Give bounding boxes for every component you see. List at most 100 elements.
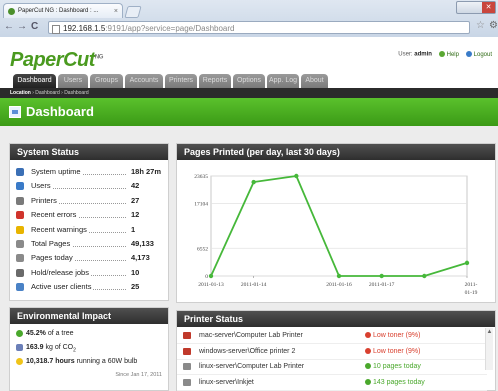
forward-arrow-icon[interactable]: →: [17, 21, 27, 33]
printer-icon: [183, 332, 191, 339]
breadcrumb: Location › Dashboard › Dashboard: [0, 88, 498, 98]
data-point: [208, 273, 214, 279]
reload-icon[interactable]: C: [31, 21, 38, 33]
tab-about[interactable]: About: [301, 74, 328, 88]
status-row-icon: [16, 268, 24, 277]
lightbulb-icon: [16, 357, 23, 365]
trees-row: 45.2% of a tree: [16, 328, 74, 339]
status-row[interactable]: System uptime 18h 27m: [16, 166, 166, 178]
printer-row[interactable]: linux-server\Inkjet 143 pages today: [177, 375, 487, 391]
printer-status-label: 143 pages today: [373, 378, 425, 386]
logo-text: PaperCut: [10, 49, 95, 71]
status-row[interactable]: Recent errors 12: [16, 209, 166, 222]
printer-row[interactable]: linux-server\Computer Lab Printer 10 page…: [177, 359, 487, 375]
status-value: 4,173: [129, 252, 150, 265]
breadcrumb-prefix: Location: [10, 90, 31, 96]
environment-title: Environmental Impact: [10, 308, 168, 324]
status-row-icon: [16, 182, 24, 191]
new-tab-button[interactable]: [124, 6, 142, 18]
status-label: Pages today: [31, 252, 75, 265]
printer-status-panel: Printer Status mac-server\Computer Lab P…: [176, 310, 496, 391]
x-tick-label: 2011-01-14: [241, 282, 267, 288]
printer-status-text: 143 pages today: [365, 375, 425, 390]
status-row-icon: [16, 225, 24, 234]
printer-row[interactable]: windows-server\Office printer 2 Low toner…: [177, 344, 487, 360]
status-label: Active user clients: [31, 281, 94, 294]
wrench-menu-icon[interactable]: ⚙: [489, 20, 498, 31]
status-row-icon: [16, 196, 24, 205]
tab-users[interactable]: Users: [58, 74, 88, 88]
since-date: Since Jan 17, 2011: [115, 372, 162, 378]
status-value: 27: [129, 194, 140, 207]
y-tick-label: 0: [205, 274, 208, 280]
tab-app-log[interactable]: App. Log: [267, 74, 299, 88]
user-label: User:: [398, 51, 413, 58]
tab-accounts[interactable]: Accounts: [125, 74, 163, 88]
data-point: [379, 273, 384, 279]
printer-name[interactable]: linux-server\Computer Lab Printer: [199, 359, 304, 374]
address-bar[interactable]: 192.168.1.5:9191/app?service=page/Dashbo…: [48, 21, 470, 34]
printer-list-scrollbar[interactable]: ▲: [485, 328, 493, 370]
data-point: [422, 273, 427, 279]
window-close-icon[interactable]: ✕: [482, 2, 495, 13]
printer-name[interactable]: windows-server\Office printer 2: [199, 344, 295, 359]
status-value: 1: [129, 223, 136, 236]
printer-name[interactable]: mac-server\Computer Lab Printer: [199, 328, 303, 343]
status-row[interactable]: Active user clients 25: [16, 281, 166, 294]
browser-tab[interactable]: PaperCut NG : Dashboard : ... ×: [3, 3, 123, 18]
bulb-text: running a 60W bulb: [76, 358, 138, 365]
printer-status-title: Printer Status: [177, 311, 495, 327]
help-link[interactable]: Help: [438, 51, 459, 58]
breadcrumb-path[interactable]: › Dashboard › Dashboard: [32, 90, 88, 96]
status-row[interactable]: Printers 27: [16, 194, 166, 207]
tab-printers[interactable]: Printers: [165, 74, 197, 88]
tab-options[interactable]: Options: [233, 74, 265, 88]
bookmark-star-icon[interactable]: ☆: [476, 20, 485, 31]
x-tick-label-wrap: 01-19: [465, 290, 478, 296]
status-row[interactable]: Hold/release jobs 10: [16, 266, 166, 279]
printer-status-text: Low toner (9%): [365, 344, 420, 359]
status-label: Users: [31, 180, 53, 193]
help-icon: [438, 51, 445, 57]
tab-reports[interactable]: Reports: [199, 74, 231, 88]
status-value: 12: [129, 209, 140, 222]
trees-value: 45.2%: [26, 330, 46, 337]
status-row-icon: [16, 211, 24, 220]
status-row[interactable]: Pages today 4,173: [16, 252, 166, 265]
environment-panel: Environmental Impact 45.2% of a tree 163…: [9, 307, 169, 391]
printer-icon: [183, 378, 191, 386]
status-label: Recent errors: [31, 209, 79, 222]
papercut-logo: PaperCutNG: [10, 49, 103, 72]
papercut-favicon-icon: [8, 8, 15, 15]
status-row[interactable]: Recent warnings 1: [16, 223, 166, 236]
tab-groups[interactable]: Groups: [90, 74, 123, 88]
y-tick-label: 17104: [194, 202, 208, 208]
status-row[interactable]: Users 42: [16, 180, 166, 193]
status-dot-icon: [365, 332, 371, 339]
printer-row[interactable]: mac-server\Computer Lab Printer Low toner…: [177, 328, 487, 344]
browser-tab-title: PaperCut NG : Dashboard : ...: [18, 8, 99, 14]
status-value: 49,133: [129, 238, 154, 250]
co2-row: 163.9 kg of CO2: [16, 342, 76, 356]
x-tick-label: 2011-01-17: [369, 282, 395, 288]
window-controls: ✕: [456, 1, 496, 14]
data-point: [464, 260, 470, 266]
co2-subscript: 2: [73, 347, 76, 354]
logout-link[interactable]: Logout: [465, 51, 492, 58]
back-arrow-icon[interactable]: ←: [4, 21, 14, 33]
scroll-up-icon[interactable]: ▲: [486, 329, 493, 336]
status-label: Total Pages: [31, 238, 73, 250]
pages-printed-panel: Pages Printed (per day, last 30 days) 0 6…: [176, 143, 496, 303]
status-row[interactable]: Total Pages 49,133: [16, 238, 166, 250]
tab-dashboard[interactable]: Dashboard: [13, 74, 56, 88]
logout-label: Logout: [473, 51, 492, 58]
co2-icon: [16, 343, 23, 351]
tree-icon: [16, 329, 23, 337]
url-path: :9191/app?service=page/Dashboard: [105, 24, 235, 33]
close-tab-icon[interactable]: ×: [114, 4, 118, 18]
printer-status-label: Low toner (9%): [373, 332, 421, 339]
printer-name[interactable]: linux-server\Inkjet: [199, 375, 254, 390]
browser-nav-row: ← → C 192.168.1.5:9191/app?service=page/…: [0, 18, 498, 37]
url-host: 192.168.1.5: [63, 24, 106, 33]
status-dot-icon: [365, 378, 371, 385]
